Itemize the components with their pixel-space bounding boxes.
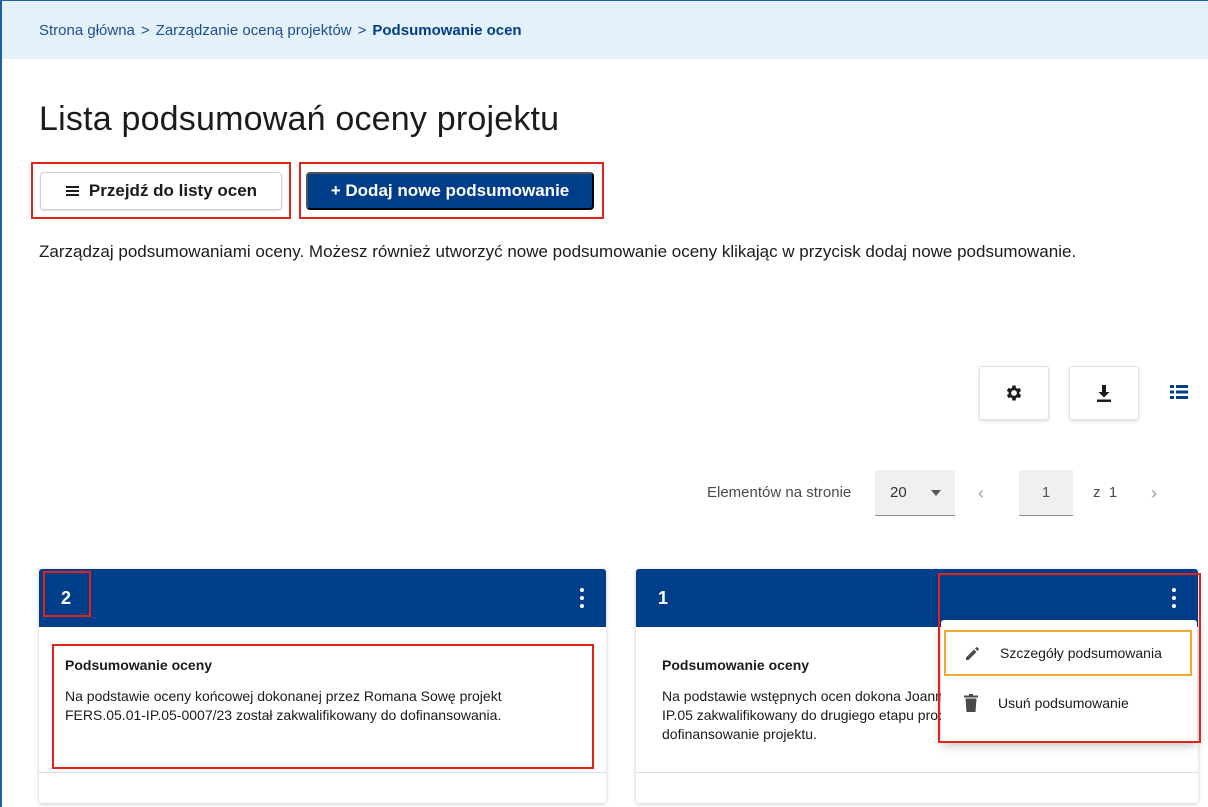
page-title: Lista podsumowań oceny projektu [39, 100, 560, 138]
per-page-select[interactable]: 20 [875, 470, 955, 516]
card-divider [39, 772, 606, 773]
list-view-icon[interactable] [1170, 384, 1188, 405]
highlight-box [43, 571, 91, 617]
current-page-input[interactable]: 1 [1019, 470, 1073, 516]
breadcrumb-current: Podsumowanie ocen [372, 21, 522, 39]
settings-button[interactable] [979, 366, 1049, 420]
download-button[interactable] [1069, 366, 1139, 420]
chevron-left-icon[interactable]: ‹ [978, 483, 984, 504]
total-pages: 1 [1108, 484, 1118, 501]
of-label: z [1093, 484, 1101, 501]
list-lines-icon [65, 186, 79, 196]
add-summary-label: + Dodaj nowe podsumowanie [330, 181, 570, 200]
page-description: Zarządzaj podsumowaniami oceny. Możesz r… [39, 242, 1077, 261]
more-vert-icon[interactable] [580, 588, 584, 608]
per-page-value: 20 [890, 484, 907, 501]
highlight-box [938, 573, 1201, 743]
breadcrumb: Strona główna > Zarządzanie oceną projek… [2, 1, 1208, 59]
breadcrumb-separator: > [140, 21, 150, 39]
per-page-label: Elementów na stronie [707, 484, 852, 501]
chevron-right-icon[interactable]: › [1151, 483, 1157, 504]
breadcrumb-section[interactable]: Zarządzanie oceną projektów [156, 22, 352, 39]
current-page-value: 1 [1041, 484, 1051, 501]
go-to-list-label: Przejdź do listy ocen [88, 181, 258, 200]
caret-down-icon [931, 490, 941, 496]
card-divider [636, 772, 1198, 773]
download-icon [1097, 385, 1111, 402]
gear-icon [1006, 385, 1022, 401]
highlight-box [52, 644, 594, 769]
total-pages-label: z 1 [1093, 484, 1117, 501]
breadcrumb-home[interactable]: Strona główna [39, 22, 135, 39]
card-number: 1 [658, 587, 669, 608]
breadcrumb-separator: > [357, 21, 367, 39]
card-header: 2 [39, 569, 606, 627]
go-to-list-button[interactable]: Przejdź do listy ocen [40, 172, 282, 210]
add-summary-button[interactable]: + Dodaj nowe podsumowanie [306, 172, 594, 210]
